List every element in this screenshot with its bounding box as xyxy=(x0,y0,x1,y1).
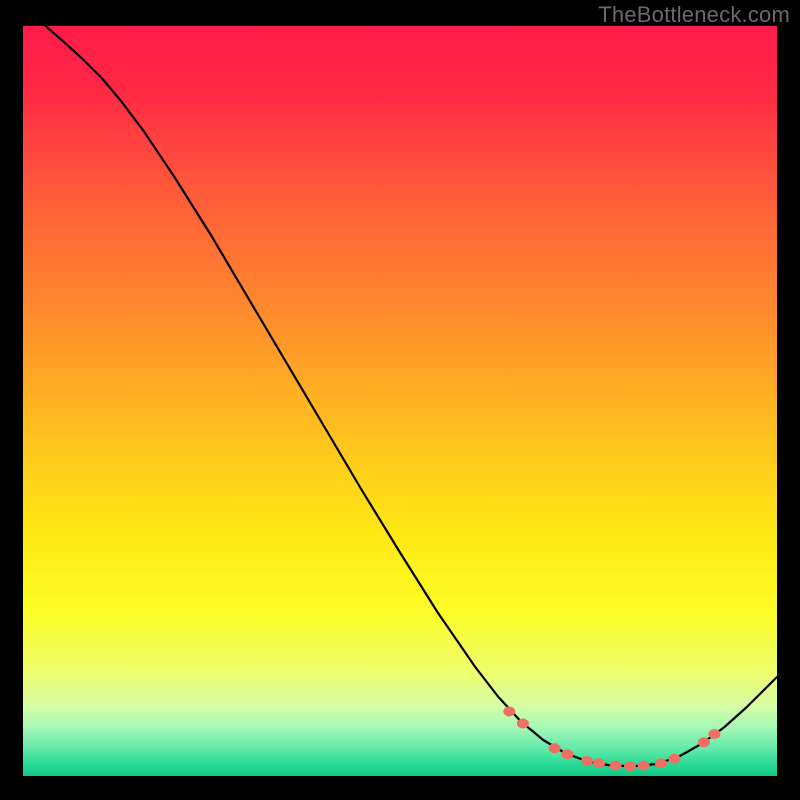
data-dot xyxy=(624,761,636,771)
chart-background xyxy=(23,26,777,776)
data-dot xyxy=(610,761,622,771)
data-dot xyxy=(593,758,605,768)
data-dot xyxy=(655,758,667,768)
data-dot xyxy=(561,749,573,759)
bottleneck-chart xyxy=(23,26,777,776)
data-dot xyxy=(708,729,720,739)
data-dot xyxy=(638,761,650,771)
data-dot xyxy=(549,743,561,753)
data-dot xyxy=(698,737,710,747)
data-dot xyxy=(503,707,515,717)
chart-svg xyxy=(23,26,777,776)
data-dot xyxy=(668,754,680,764)
data-dot xyxy=(581,756,593,766)
data-dot xyxy=(517,719,529,729)
chart-container: TheBottleneck.com xyxy=(0,0,800,800)
watermark-text: TheBottleneck.com xyxy=(598,2,790,28)
